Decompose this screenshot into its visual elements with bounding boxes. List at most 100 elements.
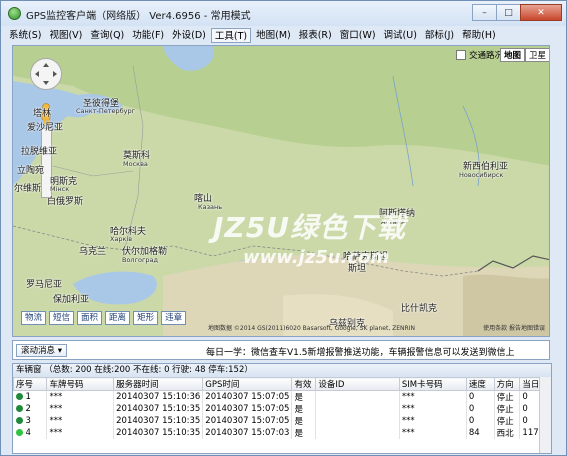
vehicle-table-scrollbar[interactable] [539, 377, 551, 453]
map-label-novosibirsk-ru: Новосибирск [459, 171, 504, 179]
table-row[interactable]: 2 *** 20140307 15:10:35 20140307 15:07:05 是 *… [13, 403, 551, 415]
tool-rectangle[interactable]: 矩形 [133, 311, 159, 325]
cell-sim: *** [399, 390, 467, 403]
menu-system[interactable]: 系统(S) [6, 28, 44, 43]
cell-gps-time-text: 20140307 15:07:03 [205, 428, 290, 438]
col-seq[interactable]: 序号 [13, 377, 48, 391]
status-dot-icon [15, 405, 23, 412]
vehicle-table-header: 序号 车牌号码 服务器时间 GPS时间 有效 设备ID SIM卡号码 速度 方向… [13, 377, 551, 391]
map-terms[interactable]: 使用条款 报告地图错误 [483, 323, 545, 332]
map-toolbar: 物流 短信 面积 距离 矩形 违章 [21, 311, 189, 325]
cell-seq: 4 [13, 427, 48, 439]
cell-direction-text: 停止 [496, 417, 514, 427]
pan-control[interactable] [30, 58, 62, 90]
menu-help[interactable]: 帮助(H) [459, 28, 499, 43]
cell-server-time-text: 20140307 15:10:35 [116, 416, 201, 426]
map-terrain [13, 46, 549, 336]
map-label-poland: 尔维斯 [14, 184, 42, 194]
tool-violation[interactable]: 违章 [161, 311, 187, 325]
cell-valid-text: 是 [294, 393, 303, 403]
cell-plate: *** [46, 390, 115, 403]
col-sim[interactable]: SIM卡号码 [398, 377, 467, 391]
table-row[interactable]: 4 *** 20140307 15:10:35 20140307 15:07:03 是 *… [13, 427, 551, 439]
tool-distance[interactable]: 距离 [105, 311, 131, 325]
menu-report[interactable]: 报表(R) [296, 28, 335, 43]
map-label-romania: 罗马尼亚 [26, 280, 63, 290]
menu-function[interactable]: 功能(F) [129, 28, 167, 43]
menu-query[interactable]: 查询(Q) [87, 28, 127, 43]
map-label-minsk-ru: Мінск [50, 185, 70, 193]
cell-gps-time-text: 20140307 15:07:05 [205, 404, 290, 414]
cell-device-id [315, 390, 400, 403]
cell-sim-text: *** [401, 392, 415, 402]
map-type-satellite[interactable]: 卫星 [525, 48, 549, 62]
vehicle-panel-header: 车辆窗 （总数: 200 在线:200 不在线: 0 行驶: 48 停车:152… [13, 364, 551, 377]
col-plate[interactable]: 车牌号码 [46, 377, 115, 391]
col-gps-time[interactable]: GPS时间 [202, 377, 293, 391]
map-label-belarus: 白俄罗斯 [47, 197, 84, 207]
cell-server-time-text: 20140307 15:10:36 [116, 392, 201, 402]
cell-sim-text: *** [401, 428, 415, 438]
minimize-button[interactable]: – [472, 4, 497, 21]
cell-direction-text: 停止 [496, 393, 514, 403]
cell-speed: 0 [466, 415, 495, 427]
table-row[interactable]: 1 *** 20140307 15:10:36 20140307 15:07:05 是 *… [13, 390, 551, 403]
traffic-toggle[interactable]: 交通路况 [456, 49, 503, 61]
cell-speed: 0 [466, 390, 495, 403]
cell-seq-text: 2 [25, 404, 31, 414]
traffic-checkbox[interactable] [456, 50, 466, 60]
cell-plate: *** [46, 415, 115, 427]
cell-speed-text: 84 [468, 428, 480, 438]
cell-sim: *** [399, 415, 467, 427]
cell-plate-text: *** [49, 428, 63, 438]
cell-mileage-text: 117 [522, 428, 539, 438]
col-direction[interactable]: 方向 [493, 377, 521, 391]
cell-gps-time-text: 20140307 15:07:05 [205, 392, 290, 402]
menu-device[interactable]: 外设(D) [169, 28, 209, 43]
cell-valid: 是 [291, 427, 317, 439]
app-window: GPS监控客户端（网络版） Ver4.6956 - 常用模式 – □ ✕ 系统(… [0, 0, 567, 456]
tool-logistics[interactable]: 物流 [21, 311, 47, 325]
cell-server-time: 20140307 15:10:36 [113, 390, 204, 403]
scroll-message-button[interactable]: 滚动消息 ▾ [16, 344, 67, 357]
menu-bar: 系统(S) 视图(V) 查询(Q) 功能(F) 外设(D) 工具(T) 地图(M… [6, 27, 561, 44]
menu-debug[interactable]: 调试(U) [381, 28, 420, 43]
cell-sim-text: *** [401, 416, 415, 426]
maximize-button[interactable]: □ [496, 4, 521, 21]
app-globe-icon [8, 7, 21, 20]
map-label-moscow-ru: Москва [123, 160, 148, 168]
table-row[interactable]: 3 *** 20140307 15:10:35 20140307 15:07:05 是 *… [13, 415, 551, 427]
map-view[interactable]: 交通路况 地图 卫星 塔林 圣彼得堡 Санкт-Петербург 爱沙尼亚 … [12, 45, 550, 337]
menu-standard[interactable]: 部标(J) [422, 28, 457, 43]
map-label-latvia: 拉脱维亚 [21, 147, 58, 157]
cell-valid: 是 [291, 415, 317, 427]
vehicle-table: 序号 车牌号码 服务器时间 GPS时间 有效 设备ID SIM卡号码 速度 方向… [13, 377, 551, 439]
cell-valid-text: 是 [294, 429, 303, 439]
menu-window[interactable]: 窗口(W) [337, 28, 379, 43]
menu-tools[interactable]: 工具(T) [210, 28, 252, 43]
tool-area[interactable]: 面积 [77, 311, 103, 325]
col-device-id[interactable]: 设备ID [315, 377, 400, 391]
watermark-url: www.jz5u.com [243, 247, 390, 268]
col-speed[interactable]: 速度 [465, 377, 495, 391]
map-type-map[interactable]: 地图 [500, 48, 525, 62]
tool-sms[interactable]: 短信 [49, 311, 75, 325]
cell-plate-text: *** [49, 392, 63, 402]
menu-map[interactable]: 地图(M) [253, 28, 294, 43]
cell-direction: 停止 [494, 403, 521, 415]
cell-gps-time: 20140307 15:07:05 [202, 415, 293, 427]
cell-server-time: 20140307 15:10:35 [113, 415, 204, 427]
menu-view[interactable]: 视图(V) [46, 28, 85, 43]
cell-direction: 停止 [494, 390, 521, 403]
col-server-time[interactable]: 服务器时间 [113, 377, 204, 391]
title-bar: GPS监控客户端（网络版） Ver4.6956 - 常用模式 – □ ✕ [1, 1, 566, 26]
cell-seq-text: 3 [25, 416, 31, 426]
cell-server-time: 20140307 15:10:35 [113, 427, 204, 439]
cell-gps-time: 20140307 15:07:05 [202, 403, 293, 415]
close-button[interactable]: ✕ [520, 4, 562, 21]
map-label-kharkiv-ru: Харків [110, 235, 133, 243]
cell-gps-time-text: 20140307 15:07:05 [205, 416, 290, 426]
col-valid[interactable]: 有效 [291, 377, 317, 391]
cell-plate-text: *** [49, 404, 63, 414]
cell-speed-text: 0 [468, 416, 475, 426]
